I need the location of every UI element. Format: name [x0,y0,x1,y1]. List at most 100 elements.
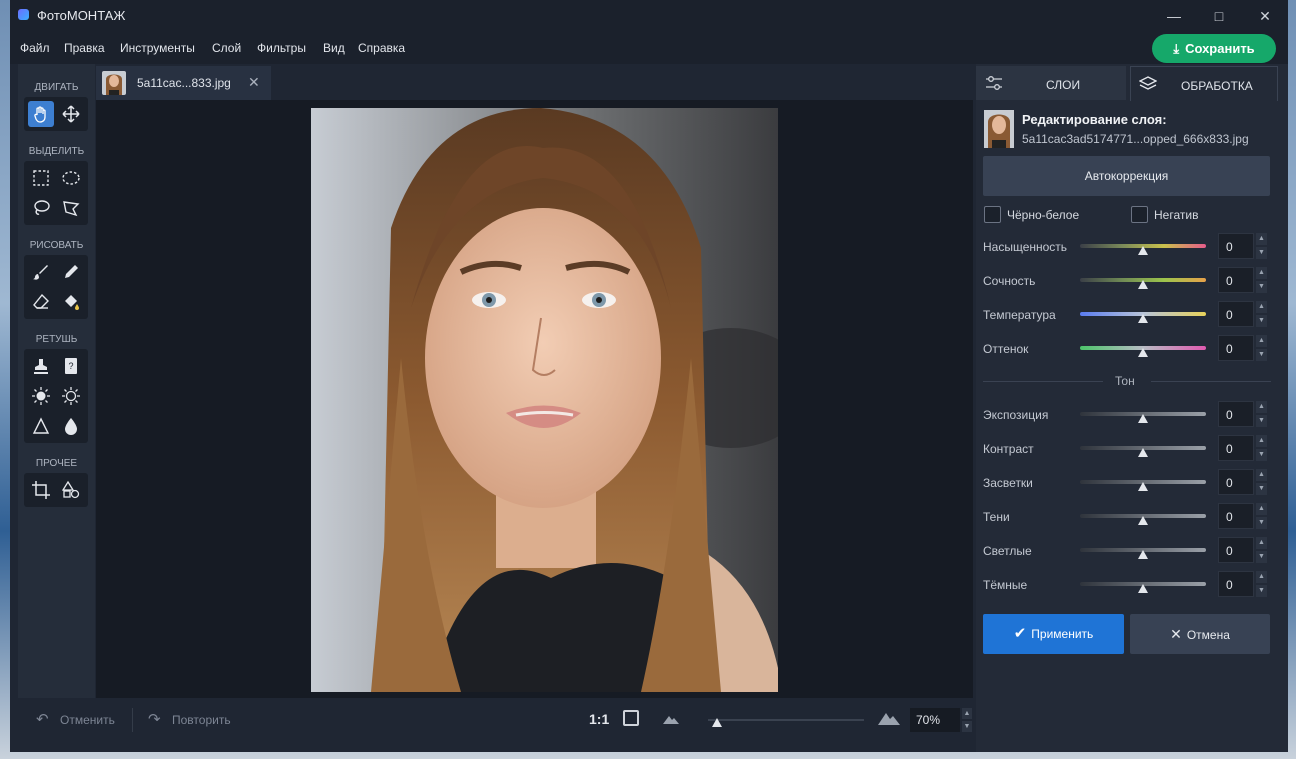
zoom-slider-track[interactable] [708,719,864,721]
section-draw-label: РИСОВАТЬ [29,240,84,251]
mountain-large-icon[interactable] [878,711,900,725]
blacks-slider-thumb[interactable] [1138,584,1148,593]
highlights-field[interactable]: 0 [1218,469,1254,495]
highlights-slider-thumb[interactable] [1138,482,1148,491]
healing-tool[interactable]: ? [58,353,84,379]
whites-field[interactable]: 0 [1218,537,1254,563]
tool-palette: ДВИГАТЬ ВЫДЕЛИТЬ РИСОВАТЬ РЕТУШЬ ? ПРОЧЕ… [18,64,95,698]
fill-tool[interactable] [58,289,84,315]
darken-tool[interactable] [58,383,84,409]
autocorrect-button[interactable]: Автокоррекция [983,156,1270,196]
lighten-tool[interactable] [28,383,54,409]
blacks-stepper[interactable]: ▲ ▼ [1256,571,1267,597]
saturation-stepper[interactable]: ▲ ▼ [1256,233,1267,259]
contrast-slider-thumb[interactable] [1138,448,1148,457]
vibrance-slider-thumb[interactable] [1138,280,1148,289]
check-icon: ✔ [1013,625,1027,642]
maximize-button[interactable]: □ [1208,6,1230,26]
polygon-lasso-icon [63,201,80,217]
eraser-icon [33,293,49,309]
blacks-field[interactable]: 0 [1218,571,1254,597]
actual-size-button[interactable]: 1:1 [589,711,609,727]
shapes-tool[interactable] [58,477,84,503]
zoom-value-field[interactable]: 70% [910,708,960,732]
close-window-button[interactable]: ✕ [1254,6,1276,26]
tab-layers[interactable]: СЛОИ [976,66,1126,100]
tint-field[interactable]: 0 [1218,335,1254,361]
tint-slider-thumb[interactable] [1138,348,1148,357]
move-tool[interactable] [58,101,84,127]
contrast-stepper[interactable]: ▲ ▼ [1256,435,1267,461]
canvas-area[interactable]: 5a11cac...833.jpg ✕ [96,64,973,698]
app-logo-icon [18,9,29,20]
apply-button[interactable]: ✔ Применить [983,614,1124,654]
cancel-label: Отмена [1186,628,1230,642]
menu-filters[interactable]: Фильтры [257,41,306,55]
menu-help[interactable]: Справка [358,41,405,55]
temperature-stepper[interactable]: ▲ ▼ [1256,301,1267,327]
hand-tool[interactable] [28,101,54,127]
undo-icon: ↶ [36,711,49,728]
tab-close-icon[interactable]: ✕ [248,74,260,91]
vibrance-stepper[interactable]: ▲ ▼ [1256,267,1267,293]
tint-stepper[interactable]: ▲ ▼ [1256,335,1267,361]
shadows-stepper[interactable]: ▲ ▼ [1256,503,1267,529]
saturation-field[interactable]: 0 [1218,233,1254,259]
photo-canvas-image[interactable] [311,108,778,692]
zoom-stepper[interactable]: ▲ ▼ [962,708,972,732]
temperature-field[interactable]: 0 [1218,301,1254,327]
bw-checkbox[interactable] [984,206,1001,223]
menu-tools[interactable]: Инструменты [120,41,195,55]
move-arrows-icon [62,105,80,123]
temperature-slider-thumb[interactable] [1138,314,1148,323]
fit-screen-icon[interactable] [623,710,639,726]
brush-tool[interactable] [28,259,54,285]
crop-tool[interactable] [28,477,54,503]
healing-patch-icon: ? [65,358,77,374]
zoom-slider-thumb[interactable] [712,718,722,727]
layer-edit-title: Редактирование слоя: [1022,112,1167,127]
zoom-down-icon[interactable]: ▼ [962,721,972,732]
exposure-stepper[interactable]: ▲ ▼ [1256,401,1267,427]
document-tab[interactable]: 5a11cac...833.jpg ✕ [96,66,271,100]
polygon-lasso-tool[interactable] [58,195,84,221]
pencil-tool[interactable] [58,259,84,285]
tab-processing[interactable]: ОБРАБОТКА [1130,66,1278,101]
cancel-button[interactable]: ✕ Отмена [1130,614,1270,654]
undo-button[interactable]: Отменить [60,713,115,727]
menu-edit[interactable]: Правка [64,41,105,55]
whites-stepper[interactable]: ▲ ▼ [1256,537,1267,563]
bw-label: Чёрно-белое [1007,208,1080,222]
menu-view[interactable]: Вид [323,41,345,55]
exposure-field[interactable]: 0 [1218,401,1254,427]
redo-button[interactable]: Повторить [172,713,231,727]
contrast-field[interactable]: 0 [1218,435,1254,461]
shadows-field[interactable]: 0 [1218,503,1254,529]
rect-select-tool[interactable] [28,165,54,191]
menu-layer[interactable]: Слой [212,41,241,55]
negative-checkbox[interactable] [1131,206,1148,223]
blacks-label: Тёмные [983,578,1028,592]
sharpen-tool[interactable] [28,413,54,439]
save-button[interactable]: ⤓ Сохранить [1152,34,1276,63]
ellipse-select-tool[interactable] [58,165,84,191]
document-tab-bar: 5a11cac...833.jpg ✕ [96,64,973,100]
eraser-tool[interactable] [28,289,54,315]
shadows-slider-thumb[interactable] [1138,516,1148,525]
status-divider [132,708,133,732]
blur-tool[interactable] [58,413,84,439]
minimize-button[interactable]: — [1163,6,1185,26]
right-panel: СЛОИ ОБРАБОТКА Редактирование слоя: 5a11… [976,64,1288,752]
mountain-small-icon[interactable] [663,714,679,724]
vibrance-field[interactable]: 0 [1218,267,1254,293]
zoom-up-icon[interactable]: ▲ [962,708,972,719]
stamp-tool[interactable] [28,353,54,379]
lasso-tool[interactable] [28,195,54,221]
menu-file[interactable]: Файл [20,41,50,55]
temperature-label: Температура [983,308,1056,322]
whites-slider-thumb[interactable] [1138,550,1148,559]
highlights-stepper[interactable]: ▲ ▼ [1256,469,1267,495]
saturation-slider-thumb[interactable] [1138,246,1148,255]
crop-icon [32,481,50,499]
exposure-slider-thumb[interactable] [1138,414,1148,423]
